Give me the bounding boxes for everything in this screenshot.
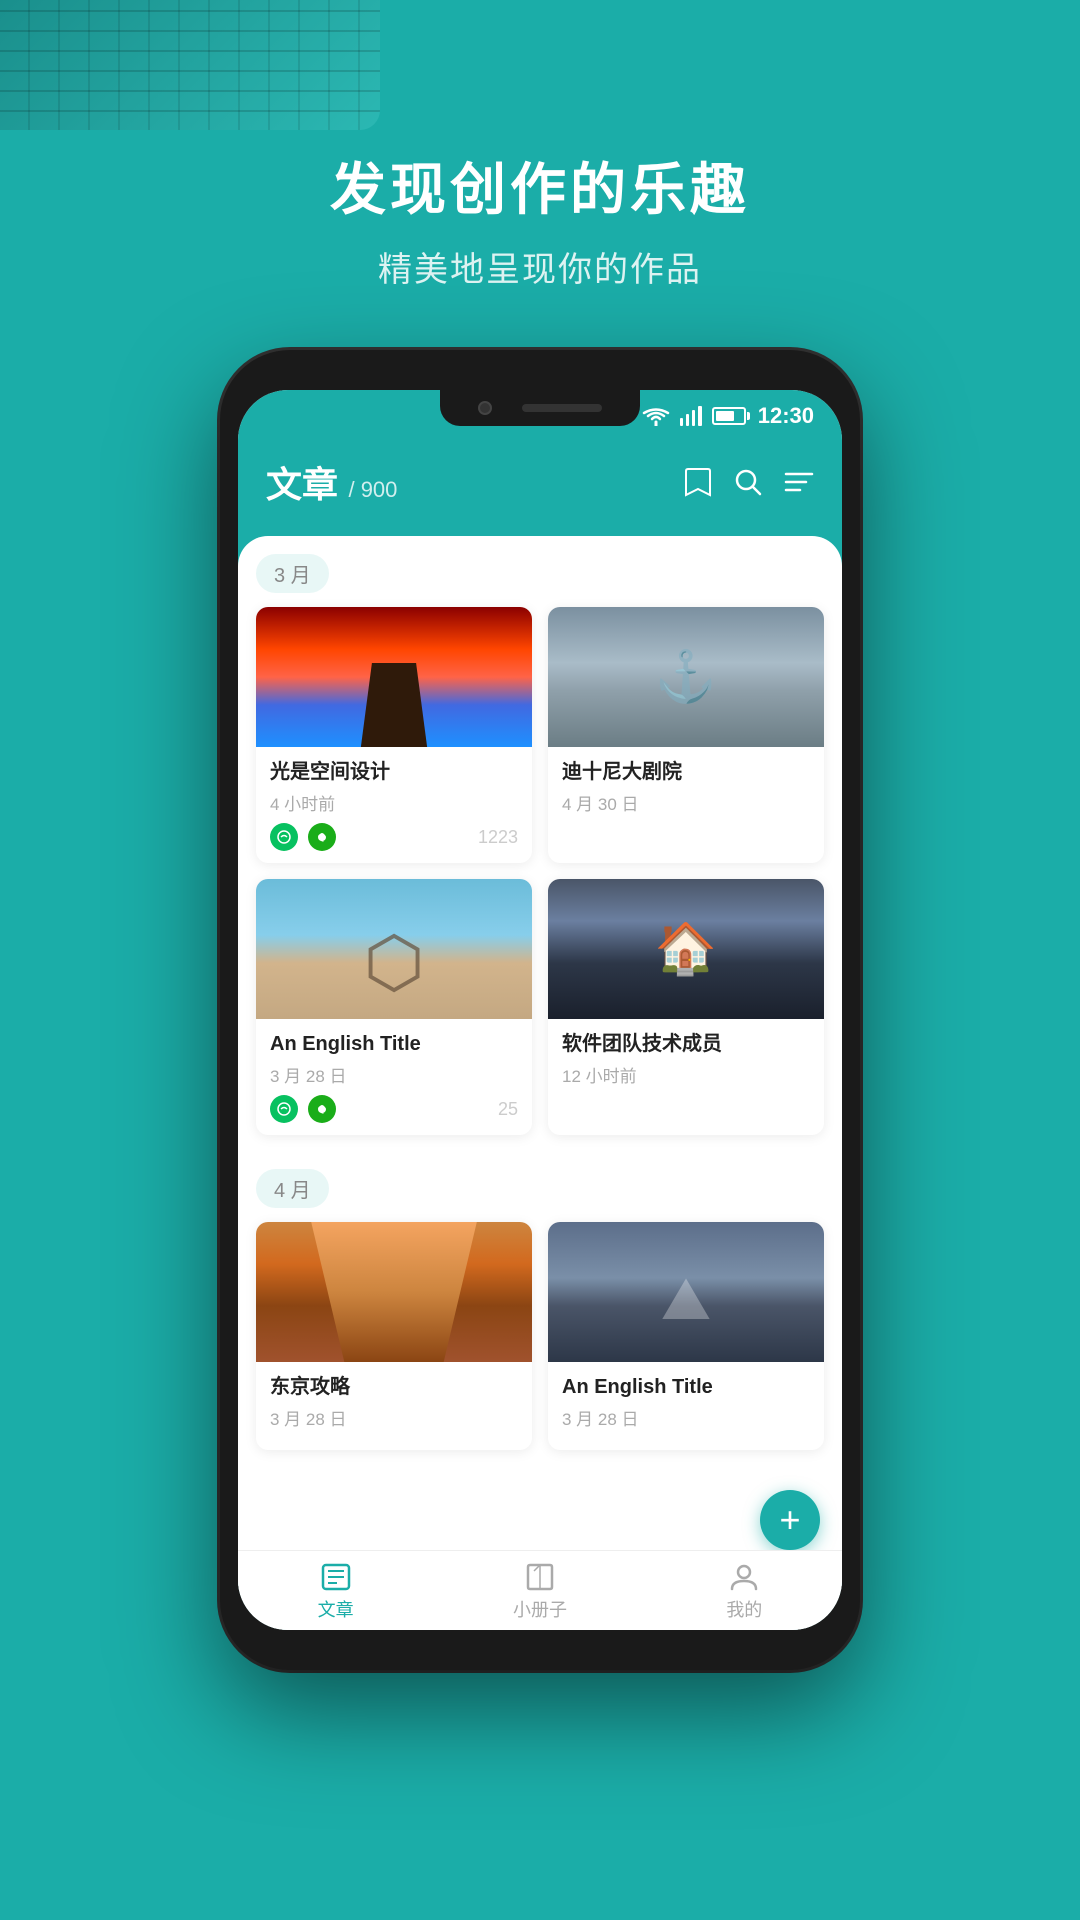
keyboard-decoration xyxy=(0,0,380,130)
nav-item-articles[interactable]: 文章 xyxy=(318,1563,354,1622)
article-card-4[interactable]: 软件团队技术成员 12 小时前 xyxy=(548,879,824,1135)
wifi-icon xyxy=(642,406,670,426)
share-icon-green-1[interactable] xyxy=(270,823,298,851)
phone-mockup: 12:30 文章 / 900 xyxy=(220,350,860,1870)
header-title: 文章 xyxy=(266,464,338,505)
article-info-3: An English Title 3 月 28 日 xyxy=(256,1019,532,1135)
article-meta-3: 25 xyxy=(270,1095,518,1123)
article-views-3: 25 xyxy=(498,1099,518,1120)
article-title-3: An English Title xyxy=(270,1031,518,1057)
signal-icon xyxy=(680,406,702,426)
article-thumb-5 xyxy=(256,1222,532,1362)
phone-screen: 12:30 文章 / 900 xyxy=(238,390,842,1630)
article-card-3[interactable]: An English Title 3 月 28 日 xyxy=(256,879,532,1135)
profile-icon xyxy=(729,1563,759,1591)
article-card-2[interactable]: 迪十尼大剧院 4 月 30 日 xyxy=(548,607,824,863)
article-title-4: 软件团队技术成员 xyxy=(562,1031,810,1057)
phone-notch xyxy=(440,390,640,426)
screen-body: 文章 / 900 xyxy=(238,442,842,1630)
article-views-1: 1223 xyxy=(478,827,518,848)
share-icon-wx-1[interactable] xyxy=(308,823,336,851)
header-title-area: 文章 / 900 xyxy=(266,456,397,508)
earpiece-speaker xyxy=(522,404,602,412)
status-time: 12:30 xyxy=(758,403,814,429)
article-info-6: An English Title 3 月 28 日 xyxy=(548,1362,824,1450)
article-date-6: 3 月 28 日 xyxy=(562,1405,810,1430)
article-info-1: 光是空间设计 4 小时前 xyxy=(256,747,532,863)
month-label-march: 3 月 xyxy=(256,554,329,593)
headline-area: 发现创作的乐趣 精美地呈现你的作品 xyxy=(0,145,1080,291)
article-thumb-4 xyxy=(548,879,824,1019)
april-articles-grid: 东京攻略 3 月 28 日 An English Title 3 月 28 日 xyxy=(256,1222,824,1450)
search-icon[interactable] xyxy=(734,468,762,496)
status-icons xyxy=(642,406,746,426)
app-header: 文章 / 900 xyxy=(238,442,842,536)
article-title-5: 东京攻略 xyxy=(270,1374,518,1400)
share-icon-wx-3[interactable] xyxy=(308,1095,336,1123)
article-card-5[interactable]: 东京攻略 3 月 28 日 xyxy=(256,1222,532,1450)
article-date-5: 3 月 28 日 xyxy=(270,1405,518,1430)
headline-main: 发现创作的乐趣 xyxy=(0,145,1080,226)
nav-label-profile: 我的 xyxy=(726,1596,762,1622)
article-info-4: 软件团队技术成员 12 小时前 xyxy=(548,1019,824,1107)
article-title-6: An English Title xyxy=(562,1374,810,1400)
article-title-1: 光是空间设计 xyxy=(270,759,518,785)
article-info-2: 迪十尼大剧院 4 月 30 日 xyxy=(548,747,824,835)
article-thumb-1 xyxy=(256,607,532,747)
article-thumb-6 xyxy=(548,1222,824,1362)
article-thumb-3 xyxy=(256,879,532,1019)
content-scroll[interactable]: 3 月 光是空间设计 4 小时前 xyxy=(238,536,842,1630)
battery-fill xyxy=(716,411,734,421)
article-thumb-2 xyxy=(548,607,824,747)
article-date-2: 4 月 30 日 xyxy=(562,790,810,815)
nav-label-booklets: 小册子 xyxy=(513,1596,567,1622)
article-card-1[interactable]: 光是空间设计 4 小时前 xyxy=(256,607,532,863)
march-articles-grid: 光是空间设计 4 小时前 xyxy=(256,607,824,1135)
phone-outer: 12:30 文章 / 900 xyxy=(220,350,860,1670)
month-label-april: 4 月 xyxy=(256,1169,329,1208)
article-card-6[interactable]: An English Title 3 月 28 日 xyxy=(548,1222,824,1450)
share-icons-3 xyxy=(270,1095,336,1123)
article-icon xyxy=(321,1563,351,1591)
book-icon xyxy=(525,1563,555,1591)
nav-item-booklets[interactable]: 小册子 xyxy=(513,1563,567,1622)
article-date-4: 12 小时前 xyxy=(562,1062,810,1087)
sort-icon[interactable] xyxy=(784,468,814,496)
nav-label-articles: 文章 xyxy=(318,1596,354,1622)
bottom-nav: 文章 小册子 xyxy=(238,1550,842,1630)
article-date-3: 3 月 28 日 xyxy=(270,1062,518,1087)
article-title-2: 迪十尼大剧院 xyxy=(562,759,810,785)
share-icons-1 xyxy=(270,823,336,851)
front-camera xyxy=(478,401,492,415)
header-icons xyxy=(684,467,814,497)
share-icon-green-3[interactable] xyxy=(270,1095,298,1123)
battery-icon xyxy=(712,407,746,425)
header-count: / 900 xyxy=(348,477,397,502)
nav-item-profile[interactable]: 我的 xyxy=(726,1563,762,1622)
fab-button[interactable]: + xyxy=(760,1490,820,1550)
bookmark-icon[interactable] xyxy=(684,467,712,497)
article-date-1: 4 小时前 xyxy=(270,790,518,815)
headline-sub: 精美地呈现你的作品 xyxy=(0,242,1080,291)
article-meta-1: 1223 xyxy=(270,823,518,851)
article-info-5: 东京攻略 3 月 28 日 xyxy=(256,1362,532,1450)
